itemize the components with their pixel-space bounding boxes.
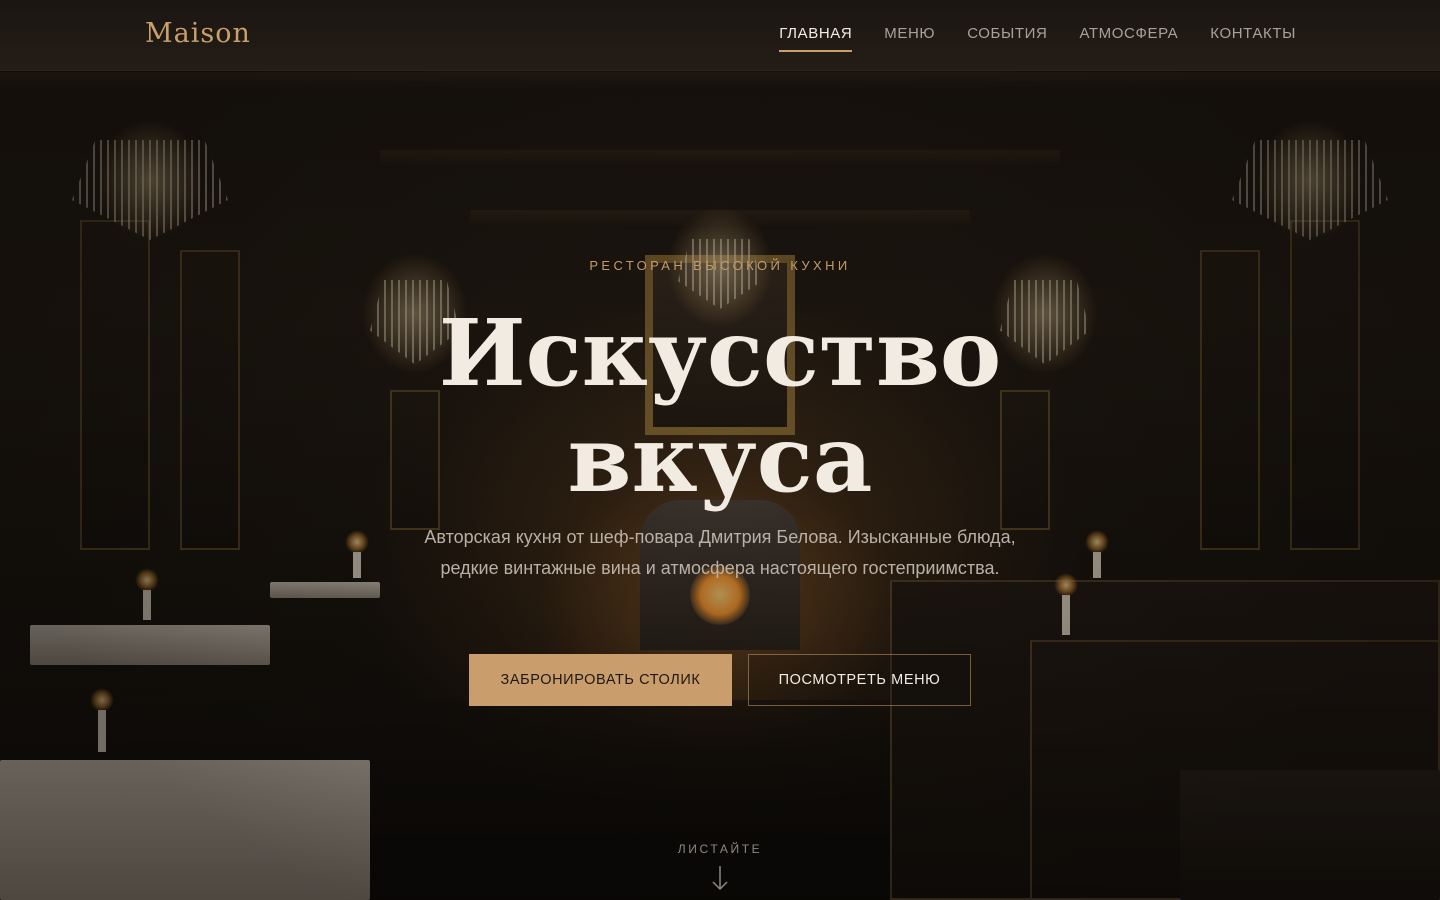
arrow-down-icon <box>712 866 728 891</box>
hero-headline: Искусство вкуса <box>0 300 1440 512</box>
nav-item-menu[interactable]: МЕНЮ <box>884 25 935 46</box>
site-logo[interactable]: Maison <box>145 18 251 49</box>
hero-subtitle: Авторская кухня от шеф-повара Дмитрия Бе… <box>424 527 1016 578</box>
scroll-hint[interactable]: ЛИСТАЙТЕ <box>620 842 820 892</box>
nav-item-atmosphere[interactable]: АТМОСФЕРА <box>1079 25 1178 46</box>
nav-item-contacts[interactable]: КОНТАКТЫ <box>1210 25 1296 46</box>
hero-content: РЕСТОРАН ВЫСОКОЙ КУХНИ Искусство вкуса А… <box>0 0 1440 900</box>
nav-item-home[interactable]: ГЛАВНАЯ <box>779 25 853 52</box>
nav-item-events[interactable]: СОБЫТИЯ <box>967 25 1047 46</box>
hero-eyebrow: РЕСТОРАН ВЫСОКОЙ КУХНИ <box>589 258 851 273</box>
view-menu-button[interactable]: ПОСМОТРЕТЬ МЕНЮ <box>748 654 971 706</box>
top-navbar: Maison ГЛАВНАЯ МЕНЮ СОБЫТИЯ АТМОСФЕРА КО… <box>0 0 1440 71</box>
headline-line-1: Искусство <box>438 299 1002 407</box>
scroll-label: ЛИСТАЙТЕ <box>677 842 763 856</box>
main-nav: ГЛАВНАЯ МЕНЮ СОБЫТИЯ АТМОСФЕРА КОНТАКТЫ <box>779 0 1296 71</box>
hero-section: Maison ГЛАВНАЯ МЕНЮ СОБЫТИЯ АТМОСФЕРА КО… <box>0 0 1440 900</box>
book-table-button[interactable]: ЗАБРОНИРОВАТЬ СТОЛИК <box>469 654 732 706</box>
headline-line-2: вкуса <box>567 405 873 513</box>
